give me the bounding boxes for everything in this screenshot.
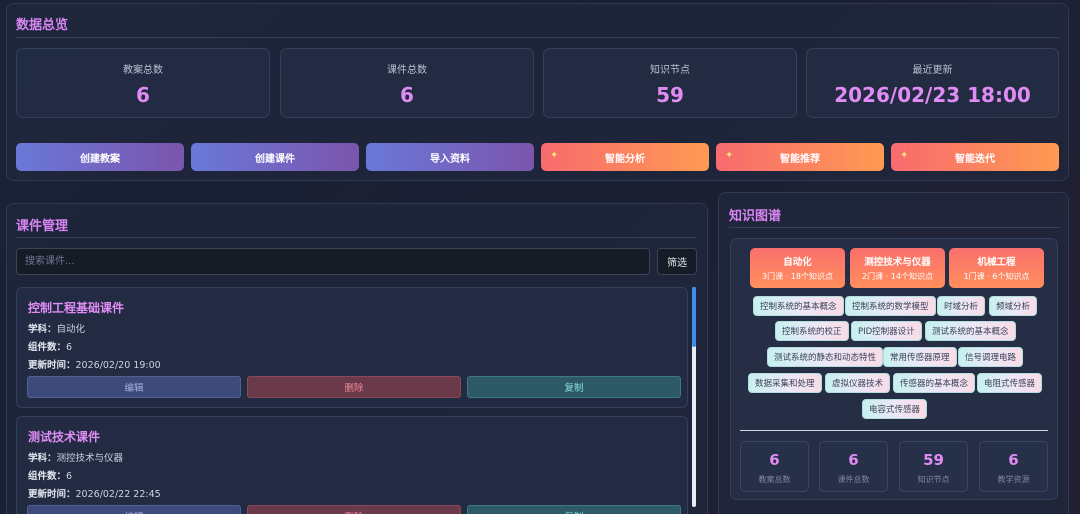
edit-button[interactable]: 编辑 xyxy=(27,376,241,398)
button-label: 智能推荐 xyxy=(780,153,820,165)
knowledge-tag[interactable]: 传感器的基本概念 xyxy=(893,373,976,393)
knowledge-tag[interactable]: 测试系统的基本概念 xyxy=(925,321,1016,341)
smart-recommend-button[interactable]: ✦ 智能推荐 xyxy=(716,143,884,171)
course-components: 组件数：6 xyxy=(28,471,73,482)
kg-stat-lesson-plans: 6 教案总数 xyxy=(740,441,809,492)
smart-iterate-button[interactable]: ✦ 智能迭代 xyxy=(891,143,1059,171)
button-label: 创建课件 xyxy=(255,153,295,165)
stat-value: 2026/02/23 18:00 xyxy=(834,83,1031,107)
stat-value: 59 xyxy=(656,83,684,107)
overview-title: 数据总览 xyxy=(16,18,69,33)
button-label: 智能迭代 xyxy=(955,153,995,165)
stat-card-last-updated: 最近更新 2026/02/23 18:00 xyxy=(806,48,1059,118)
kg-stat-courseware: 6 课件总数 xyxy=(819,441,888,492)
stat-label: 教案总数 xyxy=(123,65,163,76)
knowledge-divider xyxy=(729,227,1059,228)
overview-divider xyxy=(16,37,1059,38)
knowledge-tag[interactable]: 信号调理电路 xyxy=(958,347,1024,367)
button-label: 创建教案 xyxy=(80,153,120,165)
knowledge-tag[interactable]: 虚拟仪器技术 xyxy=(825,373,891,393)
stat-label: 课件总数 xyxy=(387,65,427,76)
knowledge-tag[interactable]: 控制系统的基本概念 xyxy=(753,296,844,316)
knowledge-tag[interactable]: PID控制器设计 xyxy=(851,321,922,341)
knowledge-title: 知识图谱 xyxy=(729,209,782,224)
courseware-title: 课件管理 xyxy=(16,219,69,234)
course-components: 组件数：6 xyxy=(28,342,73,353)
kg-stat-resources: 6 教学资源 xyxy=(979,441,1048,492)
knowledge-tag[interactable]: 控制系统的数学模型 xyxy=(845,296,936,316)
stat-value: 6 xyxy=(136,83,150,107)
category-node-mechanical[interactable]: 机械工程 1门课 · 6个知识点 xyxy=(949,248,1044,288)
knowledge-tag[interactable]: 电阻式传感器 xyxy=(977,373,1043,393)
delete-button[interactable]: 删除 xyxy=(247,376,461,398)
knowledge-tag[interactable]: 频域分析 xyxy=(989,296,1038,316)
create-lesson-plan-button[interactable]: 创建教案 xyxy=(16,143,184,171)
stat-card-knowledge-nodes: 知识节点 59 xyxy=(543,48,797,118)
copy-button[interactable]: 复制 xyxy=(467,505,681,514)
category-node-measurement[interactable]: 测控技术与仪器 2门课 · 14个知识点 xyxy=(850,248,945,288)
button-label: 智能分析 xyxy=(605,153,645,165)
courseware-divider xyxy=(16,237,697,238)
category-node-automation[interactable]: 自动化 3门课 · 18个知识点 xyxy=(750,248,845,288)
knowledge-tag[interactable]: 时域分析 xyxy=(937,296,986,316)
create-courseware-button[interactable]: 创建课件 xyxy=(191,143,359,171)
smart-analysis-button[interactable]: ✦ 智能分析 xyxy=(541,143,709,171)
delete-button[interactable]: 删除 xyxy=(247,505,461,514)
course-card[interactable]: 测试技术课件 学科：测控技术与仪器 组件数：6 更新时间：2026/02/22 … xyxy=(16,416,688,514)
knowledge-tag[interactable]: 测试系统的静态和动态特性 xyxy=(767,347,884,367)
knowledge-tag[interactable]: 电容式传感器 xyxy=(862,399,928,419)
course-subject: 学科：自动化 xyxy=(28,324,86,335)
knowledge-tag[interactable]: 控制系统的校正 xyxy=(775,321,849,341)
search-input[interactable] xyxy=(16,248,650,275)
knowledge-stats-divider xyxy=(740,430,1048,431)
button-label: 导入资料 xyxy=(430,153,470,165)
scrollbar-thumb[interactable] xyxy=(692,287,696,347)
stat-label: 最近更新 xyxy=(912,65,953,76)
copy-button[interactable]: 复制 xyxy=(467,376,681,398)
course-title[interactable]: 测试技术课件 xyxy=(28,428,100,445)
course-subject: 学科：测控技术与仪器 xyxy=(28,453,124,464)
sparkle-icon: ✦ xyxy=(900,150,909,161)
edit-button[interactable]: 编辑 xyxy=(27,505,241,514)
stat-value: 6 xyxy=(400,83,414,107)
knowledge-tag[interactable]: 常用传感器原理 xyxy=(883,347,957,367)
filter-button[interactable]: 筛选 xyxy=(657,248,697,275)
sparkle-icon: ✦ xyxy=(725,150,734,161)
stat-card-lesson-plans: 教案总数 6 xyxy=(16,48,270,118)
course-card[interactable]: 控制工程基础课件 学科：自动化 组件数：6 更新时间：2026/02/20 19… xyxy=(16,287,688,408)
course-title[interactable]: 控制工程基础课件 xyxy=(28,299,124,316)
course-updated: 更新时间：2026/02/20 19:00 xyxy=(28,360,161,371)
knowledge-tag[interactable]: 数据采集和处理 xyxy=(748,373,822,393)
sparkle-icon: ✦ xyxy=(550,150,559,161)
import-materials-button[interactable]: 导入资料 xyxy=(366,143,534,171)
stat-card-courseware: 课件总数 6 xyxy=(280,48,534,118)
kg-stat-knowledge-nodes: 59 知识节点 xyxy=(899,441,968,492)
course-updated: 更新时间：2026/02/22 22:45 xyxy=(28,489,161,500)
stat-label: 知识节点 xyxy=(650,65,690,76)
filter-label: 筛选 xyxy=(667,258,687,269)
